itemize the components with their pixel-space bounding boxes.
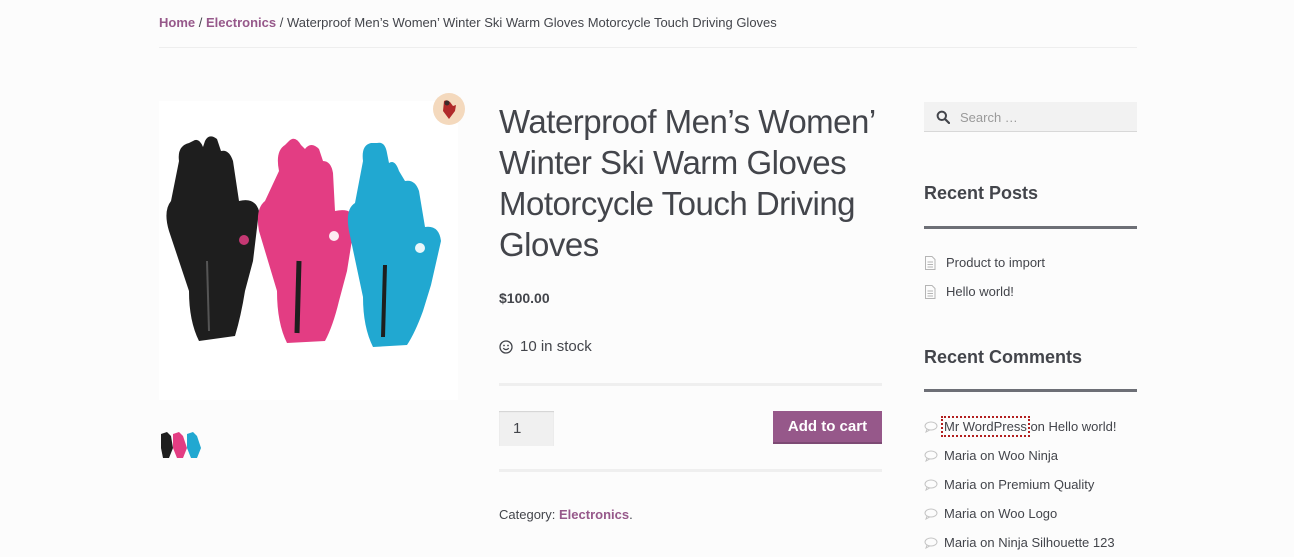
comment-author: Maria [944,448,977,463]
comment-author: Maria [944,535,977,550]
product-price: $100.00 [499,290,550,306]
gloves-image [166,136,441,347]
black-glove [166,136,259,341]
list-item: Maria on Premium Quality [924,470,1116,499]
recent-post-link[interactable]: Hello world! [946,284,1014,299]
comment-bubble-icon [924,537,938,549]
breadcrumb-separator: / [279,15,284,30]
list-item: Mr WordPress on Hello world! [924,412,1116,441]
divider [499,383,882,386]
comment-on-text: on [980,535,995,550]
breadcrumb-current: Waterproof Men’s Women’ Winter Ski Warm … [286,15,777,30]
blue-glove [347,142,441,347]
product-main-image[interactable] [159,101,458,400]
search-input[interactable] [958,102,1137,133]
comment-author: Maria [944,506,977,521]
list-item: Maria on Ninja Silhouette 123 [924,528,1116,557]
breadcrumb-home-link[interactable]: Home [159,15,195,30]
recent-comments-list: Mr WordPress on Hello world! Maria on Wo… [924,412,1116,557]
comment-post-link[interactable]: Ninja Silhouette 123 [998,535,1114,550]
widget-divider [924,389,1137,392]
breadcrumb-category-link[interactable]: Electronics [206,15,276,30]
comment-post-link[interactable]: Premium Quality [998,477,1094,492]
breadcrumb: Home / Electronics / Waterproof Men’s Wo… [159,15,1137,30]
list-item: Maria on Woo Ninja [924,441,1116,470]
comment-post-link[interactable]: Hello world! [1049,419,1117,434]
category-label: Category: [499,507,556,522]
stock-status: 10 in stock [499,338,592,355]
quantity-input[interactable] [499,411,554,446]
list-item: Hello world! [924,277,1045,306]
comment-bubble-icon [924,479,938,491]
comment-post-link[interactable]: Woo Ninja [998,448,1058,463]
list-item: Maria on Woo Logo [924,499,1116,528]
recent-posts-title: Recent Posts [924,183,1039,203]
comment-author-link[interactable]: Mr WordPress [941,416,1030,437]
recent-post-link[interactable]: Product to import [946,255,1045,270]
document-icon [925,284,936,299]
category-suffix: . [629,507,633,522]
list-item: Product to import [924,248,1045,277]
smiley-icon [499,339,513,354]
search-box [924,102,1137,133]
zoom-icon[interactable] [433,93,465,125]
comment-on-text: on [980,448,995,463]
pink-glove [257,138,355,343]
widget-divider [924,226,1137,229]
add-to-cart-button[interactable]: Add to cart [773,411,882,444]
comment-on-text: on [980,506,995,521]
header-divider [159,47,1137,48]
breadcrumb-separator: / [198,15,203,30]
document-icon [925,255,936,270]
comment-on-text: on [1030,419,1045,434]
comment-on-text: on [980,477,995,492]
divider [499,469,882,472]
product-category: Category: Electronics. [499,507,633,522]
comment-bubble-icon [924,508,938,520]
comment-author: Maria [944,477,977,492]
comment-bubble-icon [924,450,938,462]
search-icon [936,110,950,124]
recent-comments-title: Recent Comments [924,347,1083,367]
product-title: Waterproof Men’s Women’ Winter Ski Warm … [499,103,875,263]
category-link[interactable]: Electronics [559,507,629,522]
stock-text: 10 in stock [520,338,592,355]
comment-bubble-icon [924,421,938,433]
comment-post-link[interactable]: Woo Logo [998,506,1057,521]
product-thumbnail[interactable] [159,428,203,462]
recent-posts-list: Product to import Hello world! [924,248,1045,306]
